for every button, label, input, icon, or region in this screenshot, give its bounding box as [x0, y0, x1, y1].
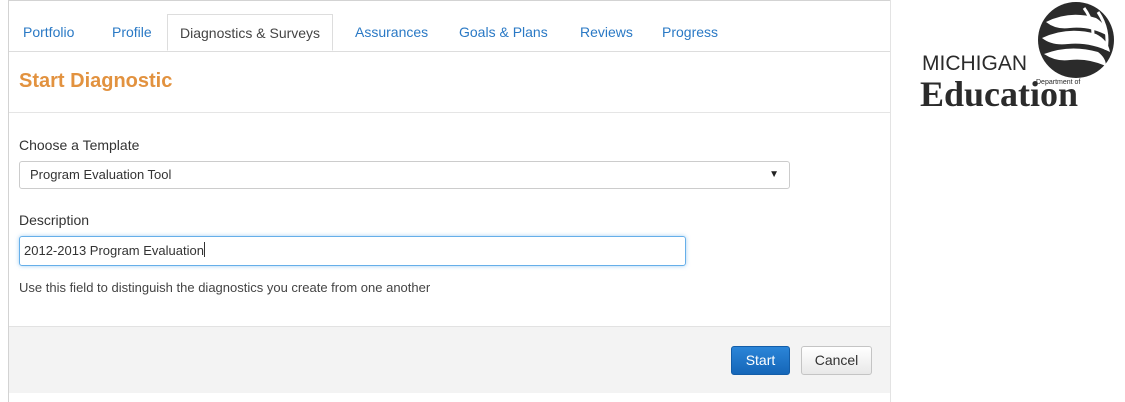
description-input-value: 2012-2013 Program Evaluation [24, 243, 204, 258]
description-input[interactable]: 2012-2013 Program Evaluation [19, 236, 686, 266]
dropdown-arrow-icon: ▼ [769, 169, 779, 180]
tab-portfolio[interactable]: Portfolio [23, 14, 74, 51]
start-button[interactable]: Start [731, 346, 790, 375]
logo-text-michigan: MICHIGAN [922, 52, 1027, 75]
title-divider [9, 112, 890, 113]
tab-bar: Portfolio Profile Diagnostics & Surveys … [9, 14, 890, 52]
tab-reviews[interactable]: Reviews [580, 14, 633, 51]
description-help-text: Use this field to distinguish the diagno… [19, 280, 431, 295]
cancel-button[interactable]: Cancel [801, 346, 872, 375]
form-footer: Start Cancel [9, 326, 890, 393]
template-select-value: Program Evaluation Tool [30, 167, 172, 182]
logo-emblem-icon: MICHIGAN Department of Education [920, 2, 1114, 114]
main-panel: Portfolio Profile Diagnostics & Surveys … [8, 0, 891, 402]
template-label: Choose a Template [19, 137, 140, 153]
description-label: Description [19, 212, 90, 228]
page-title: Start Diagnostic [19, 70, 173, 92]
template-select[interactable]: Program Evaluation Tool ▼ [19, 161, 790, 189]
tab-diagnostics-surveys[interactable]: Diagnostics & Surveys [167, 14, 334, 51]
top-border [9, 0, 890, 1]
text-cursor [203, 242, 205, 257]
logo-text-education: Education [920, 74, 1078, 110]
michigan-education-logo: MICHIGAN Department of Education [920, 0, 1120, 114]
tab-profile[interactable]: Profile [112, 14, 152, 51]
tab-goals-plans[interactable]: Goals & Plans [459, 14, 548, 51]
tab-progress[interactable]: Progress [662, 14, 718, 51]
tab-assurances[interactable]: Assurances [355, 14, 428, 51]
